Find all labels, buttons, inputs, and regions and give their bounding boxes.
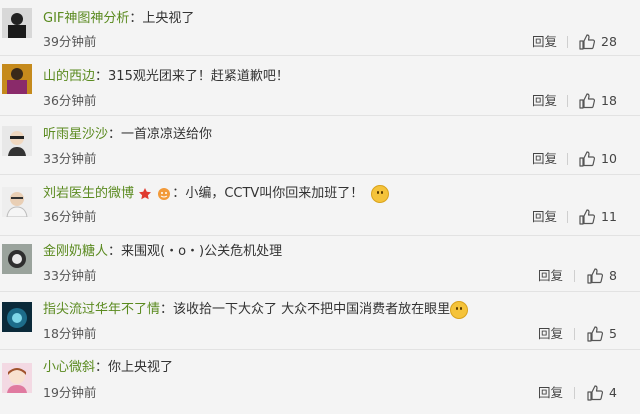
thumbs-up-icon[interactable] <box>578 33 596 51</box>
avatar[interactable] <box>2 187 32 217</box>
like-count: 4 <box>609 385 617 400</box>
avatar[interactable] <box>2 8 32 38</box>
comment-line: 刘岩医生的微博 ：小编，CCTV叫你回来加班了！ <box>43 183 390 205</box>
comment-time: 36分钟前 <box>43 209 97 224</box>
comment-line: 金刚奶糖人：来围观(・o・)公关危机处理 <box>43 244 283 259</box>
thumbs-up-icon[interactable] <box>578 92 596 110</box>
thumbs-up-icon[interactable] <box>586 384 604 402</box>
vip-badge-icon <box>158 187 171 200</box>
like-count: 28 <box>601 34 617 49</box>
comment-line: 小心微斜：你上央视了 <box>43 360 174 375</box>
divider <box>567 36 568 48</box>
reply-button[interactable]: 回复 <box>538 384 563 402</box>
comment-text: 一首凉凉送给你 <box>121 127 213 142</box>
comment-item: 金刚奶糖人：来围观(・o・)公关危机处理 33分钟前 回复 8 <box>0 236 640 292</box>
like-count: 5 <box>609 326 617 341</box>
reply-button[interactable]: 回复 <box>532 92 557 110</box>
comment-time: 36分钟前 <box>43 93 97 108</box>
comment-line: GIF神图神分析：上央视了 <box>43 11 195 26</box>
comment-item: 听雨星沙沙：一首凉凉送给你 33分钟前 回复 10 <box>0 116 640 175</box>
comment-item: 山的西边：315观光团来了！赶紧道歉吧！ 36分钟前 回复 18 <box>0 56 640 116</box>
comment-time: 18分钟前 <box>43 326 97 341</box>
thumbs-up-icon[interactable] <box>586 325 604 343</box>
smiley-emoji-icon <box>371 184 390 203</box>
avatar[interactable] <box>2 126 32 156</box>
comment-time: 33分钟前 <box>43 151 97 166</box>
like-count: 8 <box>609 268 617 283</box>
smiley-emoji-icon <box>450 300 469 319</box>
comment-line: 指尖流过华年不了情：该收拾一下大众了 大众不把中国消费者放在眼里 <box>43 299 469 321</box>
comment-item: 刘岩医生的微博 ：小编，CCTV叫你回来加班了！ 36分钟前 回复 11 <box>0 175 640 236</box>
username-link[interactable]: 刘岩医生的微博 <box>43 186 134 201</box>
divider <box>567 211 568 223</box>
reply-button[interactable]: 回复 <box>538 325 563 343</box>
star-icon <box>139 187 152 199</box>
username-link[interactable]: 听雨星沙沙 <box>43 127 108 142</box>
reply-button[interactable]: 回复 <box>532 208 557 226</box>
comment-text: 315观光团来了！赶紧道歉吧！ <box>108 69 289 84</box>
avatar[interactable] <box>2 302 32 332</box>
divider <box>574 387 575 399</box>
reply-button[interactable]: 回复 <box>532 150 557 168</box>
comment-list: GIF神图神分析：上央视了 39分钟前 回复 28 山的西边：315观光团来了！… <box>0 0 640 414</box>
like-count: 11 <box>601 209 617 224</box>
divider <box>574 270 575 282</box>
thumbs-up-icon[interactable] <box>578 208 596 226</box>
avatar[interactable] <box>2 244 32 274</box>
username-link[interactable]: 金刚奶糖人 <box>43 244 108 259</box>
comment-text: 上央视了 <box>142 11 195 26</box>
username-link[interactable]: 小心微斜 <box>43 360 95 375</box>
comment-text: 来围观(・o・)公关危机处理 <box>121 244 283 259</box>
like-count: 18 <box>601 93 617 108</box>
comment-line: 山的西边：315观光团来了！赶紧道歉吧！ <box>43 69 289 84</box>
divider <box>574 328 575 340</box>
username-link[interactable]: GIF神图神分析 <box>43 11 129 26</box>
comment-text: 你上央视了 <box>108 360 174 375</box>
divider <box>567 95 568 107</box>
comment-time: 33分钟前 <box>43 268 97 283</box>
avatar[interactable] <box>2 64 32 94</box>
divider <box>567 153 568 165</box>
thumbs-up-icon[interactable] <box>586 267 604 285</box>
username-link[interactable]: 指尖流过华年不了情 <box>43 302 160 317</box>
reply-button[interactable]: 回复 <box>538 267 563 285</box>
comment-item: 小心微斜：你上央视了 19分钟前 回复 4 <box>0 350 640 414</box>
comment-text: 小编，CCTV叫你回来加班了！ <box>185 186 364 201</box>
reply-button[interactable]: 回复 <box>532 33 557 51</box>
username-link[interactable]: 山的西边 <box>43 69 95 84</box>
comment-time: 19分钟前 <box>43 385 97 400</box>
comment-line: 听雨星沙沙：一首凉凉送给你 <box>43 127 213 142</box>
thumbs-up-icon[interactable] <box>578 150 596 168</box>
comment-time: 39分钟前 <box>43 34 97 49</box>
comment-item: 指尖流过华年不了情：该收拾一下大众了 大众不把中国消费者放在眼里 18分钟前 回… <box>0 292 640 350</box>
comment-item: GIF神图神分析：上央视了 39分钟前 回复 28 <box>0 0 640 56</box>
comment-text: 该收拾一下大众了 大众不把中国消费者放在眼里 <box>173 302 451 317</box>
avatar[interactable] <box>2 363 32 393</box>
like-count: 10 <box>601 151 617 166</box>
